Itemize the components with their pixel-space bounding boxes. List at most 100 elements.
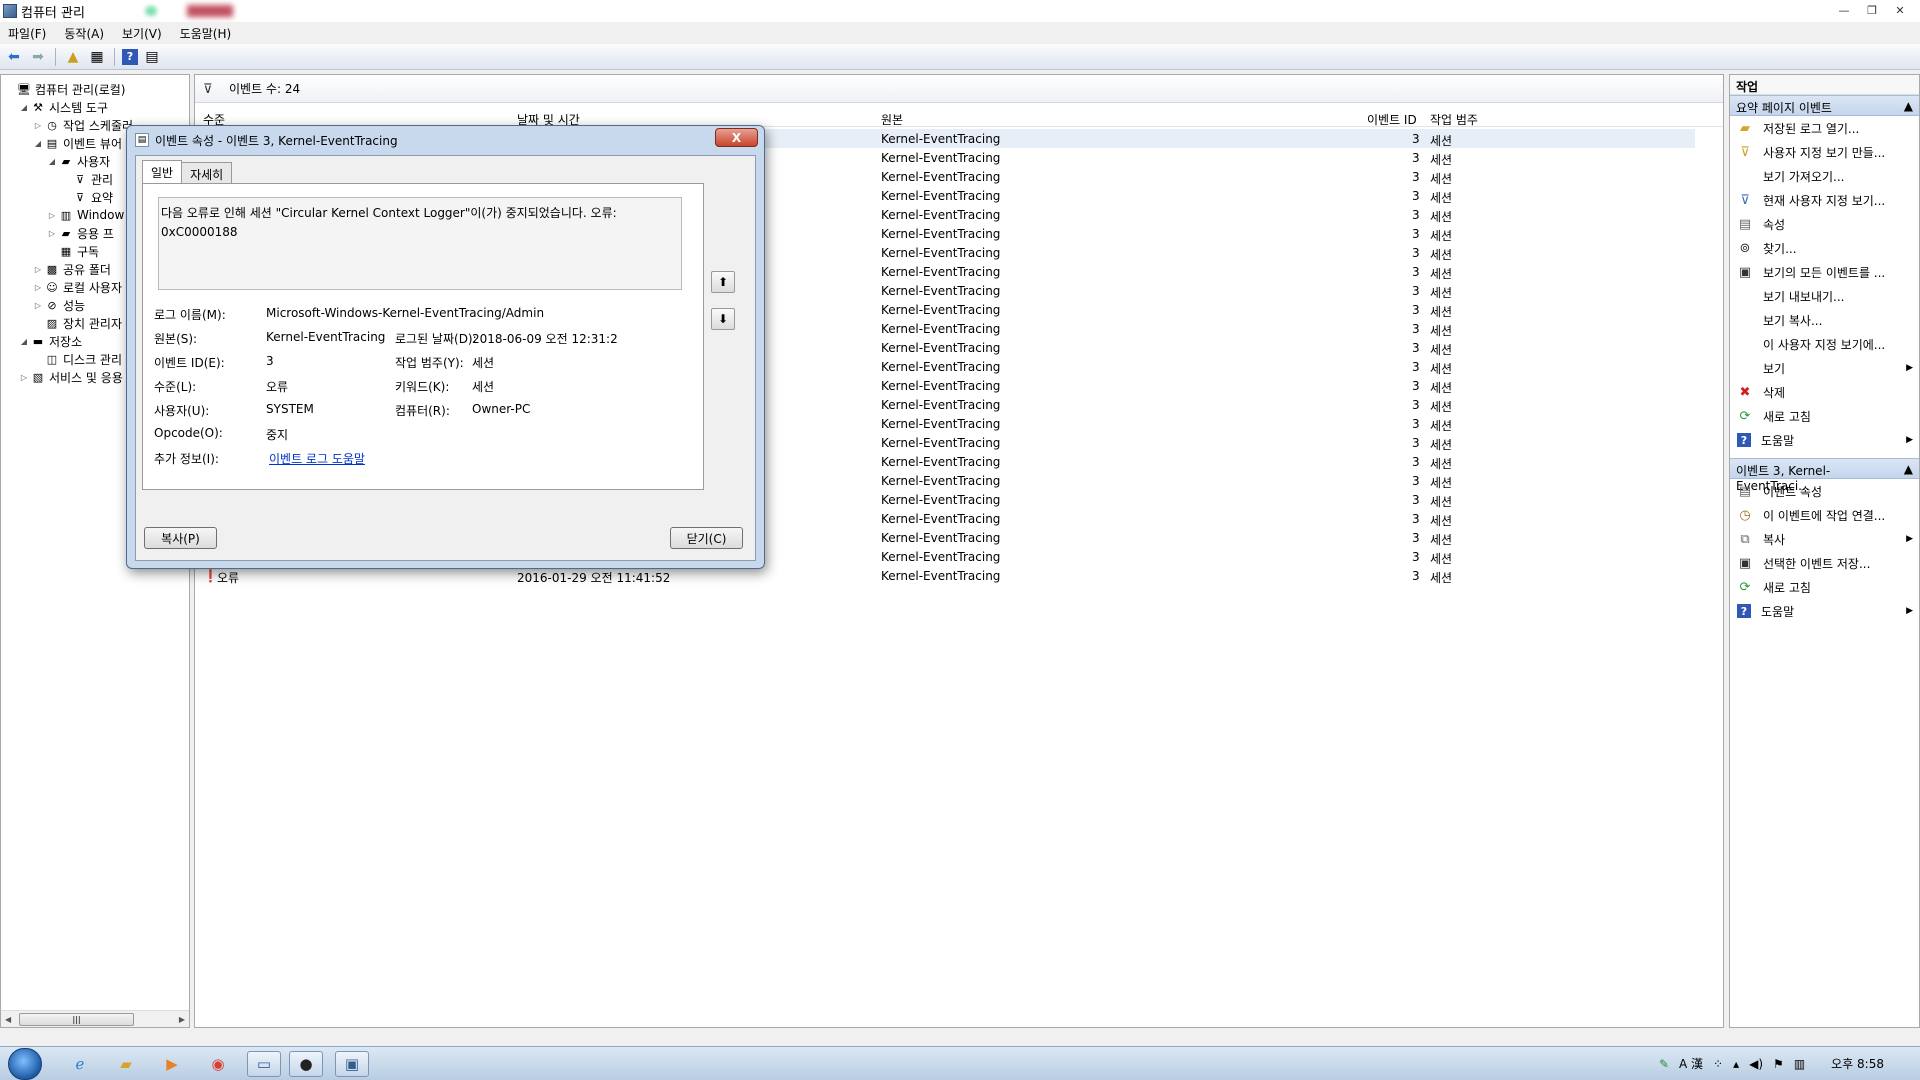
scroll-right-icon[interactable]: ▶ <box>179 1015 185 1024</box>
tree-item[interactable]: ▷ ☺ 로컬 사용자 <box>33 278 122 296</box>
ime-settings-icon[interactable]: ⁘ <box>1713 1057 1723 1071</box>
copy-button[interactable]: 복사(P) <box>144 527 217 549</box>
internet-explorer-icon[interactable]: ℯ <box>63 1051 97 1077</box>
tree-item[interactable]: ▷ ▥ Window <box>47 206 124 224</box>
tab-details[interactable]: 자세히 <box>181 162 233 183</box>
expand-toggle-icon[interactable]: ◢ <box>19 103 29 112</box>
file-explorer-icon[interactable]: ▰ <box>109 1051 143 1077</box>
language-icon[interactable]: ✎ <box>1659 1057 1669 1071</box>
tab-general[interactable]: 일반 <box>142 160 183 183</box>
action-item[interactable]: ⊽ 사용자 지정 보기 만들... <box>1730 140 1919 164</box>
close-button[interactable]: 닫기(C) <box>670 527 743 549</box>
source-cell: Kernel-EventTracing <box>881 189 1001 203</box>
action-item[interactable]: ⊽ 현재 사용자 지정 보기... <box>1730 188 1919 212</box>
menu-view[interactable]: 보기(V) <box>122 25 162 42</box>
tree-item[interactable]: ◢ ▤ 이벤트 뷰어 <box>33 134 122 152</box>
menu-help[interactable]: 도움말(H) <box>180 25 232 42</box>
tree-item[interactable]: ⊽ 요약 <box>61 188 113 206</box>
action-item[interactable]: ⟳ 새로 고침 <box>1730 575 1919 599</box>
scroll-left-icon[interactable]: ◀ <box>5 1015 11 1024</box>
expand-toggle-icon[interactable]: ◢ <box>47 157 57 166</box>
action-item[interactable]: ⟳ 새로 고침 <box>1730 404 1919 428</box>
tree-item[interactable]: ◢ ▰ 사용자 <box>47 152 110 170</box>
tree-item[interactable]: ▷ ▩ 공유 폴더 <box>33 260 111 278</box>
action-item[interactable]: ▣ 보기의 모든 이벤트를 ... <box>1730 260 1919 284</box>
collapse-icon[interactable]: ▲ <box>1904 99 1913 113</box>
help-icon[interactable]: ? <box>122 48 138 65</box>
action-item[interactable]: 이 사용자 지정 보기에... <box>1730 332 1919 356</box>
previous-event-button[interactable]: ⬆ <box>711 271 735 293</box>
media-player-icon[interactable]: ▶ <box>155 1051 189 1077</box>
action-item[interactable]: ? 도움말 ▶ <box>1730 428 1919 452</box>
action-center-flag-icon[interactable]: ⚑ <box>1773 1057 1784 1071</box>
column-header-event-id[interactable]: 이벤트 ID <box>1367 111 1417 128</box>
computer-management-taskbar-icon[interactable]: ▣ <box>335 1051 369 1077</box>
actions-section-summary[interactable]: 요약 페이지 이벤트 ▲ <box>1730 95 1919 116</box>
expand-toggle-icon[interactable]: ▷ <box>47 229 57 238</box>
tree-item[interactable]: ▷ ▰ 응용 프 <box>47 224 114 242</box>
show-hide-action-pane-icon[interactable]: ▤ <box>142 47 162 67</box>
tree-item[interactable]: ⊽ 관리 <box>61 170 113 188</box>
column-header-source[interactable]: 원본 <box>881 111 903 128</box>
collapse-icon[interactable]: ▲ <box>1904 462 1913 476</box>
menu-action[interactable]: 동작(A) <box>64 25 104 42</box>
back-icon[interactable]: ⬅ <box>4 47 24 67</box>
ime-indicator[interactable]: A 漢 <box>1679 1055 1703 1072</box>
expand-toggle-icon[interactable]: ▷ <box>33 301 43 310</box>
show-hidden-icons-icon[interactable]: ▴ <box>1733 1057 1739 1071</box>
action-item[interactable]: ◷ 이 이벤트에 작업 연결... <box>1730 503 1919 527</box>
tree-item[interactable]: ▨ 장치 관리자 <box>33 314 122 332</box>
action-item[interactable]: ⧉ 복사 ▶ <box>1730 527 1919 551</box>
action-item[interactable]: ▰ 저장된 로그 열기... <box>1730 116 1919 140</box>
action-item[interactable]: ▣ 선택한 이벤트 저장... <box>1730 551 1919 575</box>
expand-toggle-icon[interactable]: ◢ <box>33 139 43 148</box>
tree-item[interactable]: ▦ 구독 <box>47 242 99 260</box>
tree-item[interactable]: ◢ ⚒ 시스템 도구 <box>19 98 108 116</box>
forward-icon[interactable]: ➡ <box>28 47 48 67</box>
tree-item[interactable]: ◢ ▬ 저장소 <box>19 332 82 350</box>
scrollbar-thumb[interactable]: ||| <box>19 1012 134 1026</box>
show-hide-tree-icon[interactable]: ▦ <box>87 47 107 67</box>
action-item[interactable]: ⊚ 찾기... <box>1730 236 1919 260</box>
tree-item-label: 장치 관리자 <box>63 316 123 331</box>
action-item[interactable]: 보기 내보내기... <box>1730 284 1919 308</box>
network-icon[interactable]: ▥ <box>1794 1057 1805 1071</box>
expand-toggle-icon[interactable]: ▷ <box>33 265 43 274</box>
up-folder-icon[interactable]: ▲ <box>63 47 83 67</box>
restore-icon[interactable]: ❐ <box>1860 2 1884 18</box>
tree-item[interactable]: ◫ 디스크 관리 <box>33 350 122 368</box>
action-item[interactable]: ? 도움말 ▶ <box>1730 599 1919 623</box>
remote-desktop-icon[interactable]: ▭ <box>247 1051 281 1077</box>
tree-item[interactable]: ▷ ◷ 작업 스케줄러 <box>33 116 133 134</box>
next-event-button[interactable]: ⬇ <box>711 308 735 330</box>
event-log-help-link[interactable]: 이벤트 로그 도움말 <box>269 450 365 467</box>
clock[interactable]: 오후 8:58 <box>1831 1055 1884 1072</box>
column-header-task-category[interactable]: 작업 범주 <box>1430 111 1478 128</box>
action-item[interactable]: 보기 ▶ <box>1730 356 1919 380</box>
tree-item[interactable]: 🖥 컴퓨터 관리(로컬) <box>5 80 125 98</box>
chrome-icon[interactable]: ◉ <box>201 1051 235 1077</box>
expand-toggle-icon[interactable]: ▷ <box>33 121 43 130</box>
expand-toggle-icon[interactable]: ◢ <box>19 337 29 346</box>
event-id-cell: 3 <box>1412 417 1420 431</box>
tree-item[interactable]: ▷ ⊘ 성능 <box>33 296 85 314</box>
expand-toggle-icon[interactable]: ▷ <box>47 211 57 220</box>
horizontal-scrollbar[interactable]: ◀ ||| ▶ <box>1 1010 189 1027</box>
action-item[interactable]: ▤ 이벤트 속성 <box>1730 479 1919 503</box>
expand-toggle-icon[interactable]: ▷ <box>33 283 43 292</box>
expand-toggle-icon[interactable]: ▷ <box>19 373 29 382</box>
event-message-box[interactable]: 다음 오류로 인해 세션 "Circular Kernel Context Lo… <box>158 197 682 290</box>
tree-item[interactable]: ▷ ▧ 서비스 및 응용 <box>19 368 123 386</box>
action-item[interactable]: 보기 가져오기... <box>1730 164 1919 188</box>
start-button[interactable] <box>8 1048 42 1080</box>
minimize-icon[interactable]: — <box>1832 2 1856 18</box>
menu-file[interactable]: 파일(F) <box>8 25 46 42</box>
close-icon[interactable]: ✕ <box>1888 2 1912 18</box>
dialog-close-button[interactable]: X <box>715 128 758 147</box>
action-item[interactable]: ▤ 속성 <box>1730 212 1919 236</box>
action-item[interactable]: 보기 복사... <box>1730 308 1919 332</box>
volume-icon[interactable]: ◀) <box>1749 1057 1763 1071</box>
action-item[interactable]: ✖ 삭제 <box>1730 380 1919 404</box>
messenger-icon[interactable]: ● <box>289 1051 323 1077</box>
actions-section-event[interactable]: 이벤트 3, Kernel-EventTraci... ▲ <box>1730 458 1919 493</box>
